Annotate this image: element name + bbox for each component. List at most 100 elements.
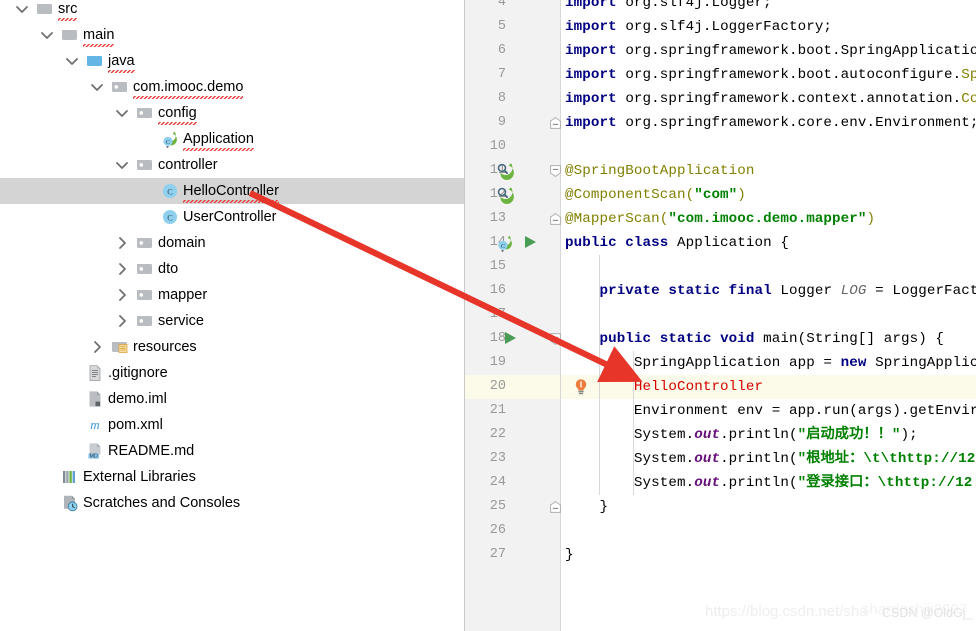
code-text: import org.springframework.boot.autoconf… bbox=[565, 63, 976, 87]
code-text: @ComponentScan("com") bbox=[565, 183, 746, 207]
chevron-down-icon[interactable] bbox=[114, 157, 130, 173]
code-line-5[interactable]: 5 import org.slf4j.LoggerFactory; bbox=[464, 15, 976, 39]
tree-item-main[interactable]: main bbox=[0, 22, 464, 48]
tree-item-label: service bbox=[158, 313, 204, 329]
tree-item-label: java bbox=[108, 53, 135, 73]
project-tree-panel[interactable]: src main java com.imooc.demo config C Applicat… bbox=[0, 0, 464, 631]
code-text: Environment env = app.run(args).getEnvir… bbox=[565, 399, 976, 423]
tree-item-gitignore[interactable]: .gitignore bbox=[0, 360, 464, 386]
code-line-9[interactable]: 9 import org.springframework.core.env.Env… bbox=[464, 111, 976, 135]
code-line-18[interactable]: 18 public static void main(String[] args… bbox=[464, 327, 976, 351]
token-plain: .println( bbox=[720, 475, 798, 491]
tree-item-service[interactable]: service bbox=[0, 308, 464, 334]
token-ann: @MapperScan( bbox=[565, 211, 669, 227]
run-class-icon[interactable] bbox=[522, 234, 540, 257]
svg-text:C: C bbox=[167, 187, 173, 196]
line-number: 21 bbox=[489, 403, 506, 418]
code-line-20[interactable]: 20 HelloController bbox=[464, 375, 976, 399]
tree-item-label: .gitignore bbox=[108, 365, 168, 381]
fold-end-marker[interactable] bbox=[550, 500, 561, 513]
fold-end-marker[interactable] bbox=[550, 116, 561, 129]
chevron-right-icon[interactable] bbox=[114, 313, 130, 329]
tree-item-scratches-and-consoles[interactable]: Scratches and Consoles bbox=[0, 490, 464, 516]
code-line-8[interactable]: 8 import org.springframework.context.anno… bbox=[464, 87, 976, 111]
spring-bean-icon[interactable] bbox=[496, 162, 514, 185]
chevron-down-icon[interactable] bbox=[64, 53, 80, 69]
code-line-23[interactable]: 23 System.out.println("根地址：\t\thttp://12 bbox=[464, 447, 976, 471]
code-text: private static final Logger LOG = Logger… bbox=[565, 279, 976, 303]
line-number: 13 bbox=[489, 211, 506, 226]
tree-item-domain[interactable]: domain bbox=[0, 230, 464, 256]
token-fld: out bbox=[694, 427, 721, 443]
spring-class-icon[interactable]: C bbox=[496, 234, 514, 257]
chevron-down-icon[interactable] bbox=[89, 79, 105, 95]
tree-item-hellocontroller[interactable]: C HelloController bbox=[0, 178, 464, 204]
code-text: public static void main(String[] args) { bbox=[565, 327, 944, 351]
chevron-right-icon[interactable] bbox=[114, 235, 130, 251]
tree-item-pom-xml[interactable]: m pom.xml bbox=[0, 412, 464, 438]
tree-item-label: src bbox=[58, 1, 78, 21]
tree-item-com-imooc-demo[interactable]: com.imooc.demo bbox=[0, 74, 464, 100]
svg-text:C: C bbox=[167, 213, 173, 222]
chevron-down-icon[interactable] bbox=[14, 1, 30, 17]
token-kw: import bbox=[565, 19, 626, 35]
token-str: "com.imooc.demo.mapper" bbox=[668, 211, 867, 227]
token-plain: org.springframework.core.env.Environment… bbox=[625, 115, 976, 131]
code-text: System.out.println("登录接口：\thttp://12 bbox=[565, 471, 972, 495]
chevron-down-icon[interactable] bbox=[39, 27, 55, 43]
code-line-11[interactable]: 11 @SpringBootApplication bbox=[464, 159, 976, 183]
tree-item-config[interactable]: config bbox=[0, 100, 464, 126]
code-line-12[interactable]: 12 @ComponentScan("com") bbox=[464, 183, 976, 207]
tree-item-src[interactable]: src bbox=[0, 0, 464, 22]
spring-bean-icon[interactable] bbox=[496, 186, 514, 209]
token-plain: System. bbox=[565, 427, 695, 443]
code-line-15[interactable]: 15 bbox=[464, 255, 976, 279]
tree-item-application[interactable]: C Application bbox=[0, 126, 464, 152]
tree-item-dto[interactable]: dto bbox=[0, 256, 464, 282]
chevron-right-icon[interactable] bbox=[114, 261, 130, 277]
code-line-7[interactable]: 7 import org.springframework.boot.autocon… bbox=[464, 63, 976, 87]
chevron-right-icon[interactable] bbox=[114, 287, 130, 303]
tree-item-label: External Libraries bbox=[83, 469, 196, 485]
code-line-13[interactable]: 13 @MapperScan("com.imooc.demo.mapper") bbox=[464, 207, 976, 231]
intention-bulb-icon[interactable] bbox=[572, 378, 590, 401]
tree-item-controller[interactable]: controller bbox=[0, 152, 464, 178]
code-line-17[interactable]: 17 bbox=[464, 303, 976, 327]
run-method-icon[interactable] bbox=[502, 330, 520, 353]
folder-resources-icon bbox=[111, 338, 129, 356]
code-text: System.out.println("根地址：\t\thttp://12 bbox=[565, 447, 975, 471]
fold-end-marker[interactable] bbox=[550, 212, 561, 225]
tree-item-label: pom.xml bbox=[108, 417, 163, 433]
code-line-24[interactable]: 24 System.out.println("登录接口：\thttp://12 bbox=[464, 471, 976, 495]
tree-item-label: resources bbox=[133, 339, 197, 355]
token-plain: .println( bbox=[720, 451, 798, 467]
chevron-right-icon[interactable] bbox=[89, 339, 105, 355]
tree-item-java[interactable]: java bbox=[0, 48, 464, 74]
code-line-6[interactable]: 6 import org.springframework.boot.SpringA… bbox=[464, 39, 976, 63]
code-line-25[interactable]: 25 } bbox=[464, 495, 976, 519]
tree-item-demo-iml[interactable]: demo.iml bbox=[0, 386, 464, 412]
code-line-10[interactable]: 10 bbox=[464, 135, 976, 159]
tree-item-label: dto bbox=[158, 261, 179, 277]
code-line-16[interactable]: 16 private static final Logger LOG = Log… bbox=[464, 279, 976, 303]
code-line-27[interactable]: 27} bbox=[464, 543, 976, 567]
code-editor-panel[interactable]: 4 import org.slf4j.Logger; 5 import org.slf… bbox=[464, 0, 976, 631]
tree-item-readme-md[interactable]: MD README.md bbox=[0, 438, 464, 464]
tree-item-mapper[interactable]: mapper bbox=[0, 282, 464, 308]
screenshot-root: src main java com.imooc.demo config C Applicat… bbox=[0, 0, 976, 631]
token-plain: org.slf4j.LoggerFactory; bbox=[625, 19, 833, 35]
token-plain: org.springframework.context.annotation. bbox=[625, 91, 962, 107]
tree-item-external-libraries[interactable]: External Libraries bbox=[0, 464, 464, 490]
tree-item-resources[interactable]: resources bbox=[0, 334, 464, 360]
code-line-14[interactable]: 14 public class Application { bbox=[464, 231, 976, 255]
code-text: @SpringBootApplication bbox=[565, 159, 755, 183]
code-line-4[interactable]: 4 import org.slf4j.Logger; bbox=[464, 0, 976, 15]
chevron-down-icon[interactable] bbox=[114, 105, 130, 121]
code-line-19[interactable]: 19 SpringApplication app = new SpringApp… bbox=[464, 351, 976, 375]
code-line-21[interactable]: 21 Environment env = app.run(args).getEn… bbox=[464, 399, 976, 423]
code-line-22[interactable]: 22 System.out.println("启动成功！！"); bbox=[464, 423, 976, 447]
code-line-26[interactable]: 26 bbox=[464, 519, 976, 543]
line-number: 16 bbox=[489, 283, 506, 298]
tree-item-usercontroller[interactable]: C UserController bbox=[0, 204, 464, 230]
svg-text:C: C bbox=[501, 243, 505, 250]
